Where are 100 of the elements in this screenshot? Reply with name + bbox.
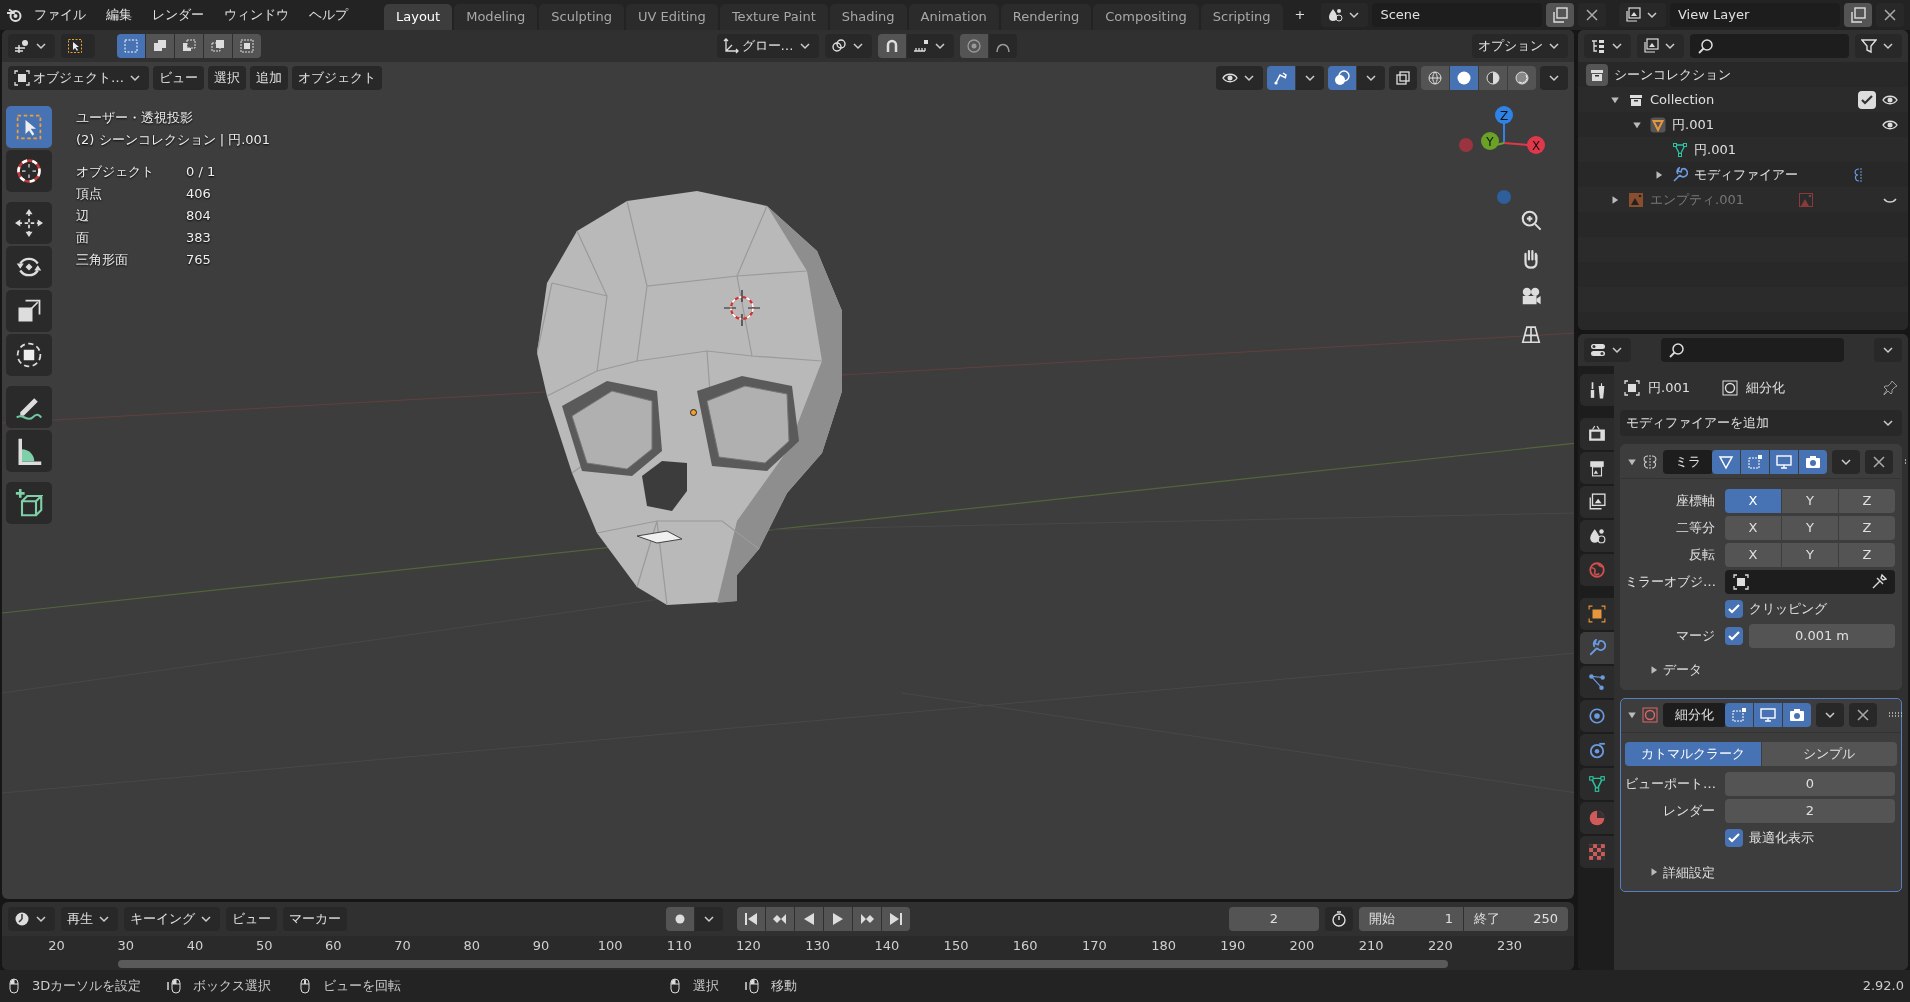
frame-number: 120 bbox=[735, 937, 762, 954]
axis-toggle[interactable]: X bbox=[1725, 542, 1781, 567]
view-layer-field[interactable]: View Layer bbox=[1670, 3, 1840, 27]
menu-item[interactable]: 再生 bbox=[61, 907, 118, 931]
workspace-tab[interactable]: Sculpting bbox=[539, 4, 625, 30]
axis-toggle[interactable]: Z bbox=[1839, 542, 1895, 567]
orientation-dropdown[interactable]: グロー… bbox=[716, 34, 819, 58]
number-field[interactable]: 2 bbox=[1725, 799, 1895, 823]
axis-handle[interactable]: X bbox=[1527, 136, 1545, 154]
add-modifier-dropdown[interactable]: モディファイアーを追加 bbox=[1620, 410, 1902, 436]
modifier-name-field[interactable]: ミラ bbox=[1663, 449, 1713, 474]
menu-item[interactable]: ビュー bbox=[153, 65, 204, 90]
add-workspace-button[interactable]: + bbox=[1286, 3, 1314, 27]
workspace-tab[interactable]: Animation bbox=[908, 4, 999, 30]
view-name: ユーザー・透視投影 bbox=[76, 109, 194, 127]
status-hint: ボックス選択 bbox=[193, 977, 272, 996]
tree-item[interactable]: モディファイアー bbox=[1694, 164, 1798, 185]
field-label: ミラーオブジ… bbox=[1625, 572, 1717, 591]
menu-item[interactable]: ファイル bbox=[26, 3, 94, 27]
axis-toggle[interactable]: X bbox=[1725, 488, 1781, 513]
field-label: 反転 bbox=[1688, 545, 1716, 564]
menu-item[interactable]: オブジェクト bbox=[292, 65, 382, 90]
number-field[interactable]: 0.001 m bbox=[1749, 623, 1895, 648]
menu-item[interactable]: ウィンドウ bbox=[216, 3, 297, 27]
frame-number: 170 bbox=[1081, 937, 1108, 954]
menu-item[interactable]: 選択 bbox=[208, 65, 246, 90]
menu-item[interactable]: ビュー bbox=[226, 907, 277, 931]
end-frame-field[interactable]: 終了 250 bbox=[1464, 907, 1568, 931]
workspace-tab[interactable]: Texture Paint bbox=[719, 4, 828, 30]
frame-number: 80 bbox=[462, 937, 481, 954]
field-label: ビューポート… bbox=[1625, 775, 1717, 794]
axis-toggle[interactable]: Z bbox=[1839, 488, 1895, 513]
stat-value: 0 / 1 bbox=[186, 163, 217, 181]
frame-number: 30 bbox=[116, 937, 136, 954]
status-hint: 3Dカーソルを設定 bbox=[32, 977, 142, 996]
frame-number: 190 bbox=[1219, 937, 1247, 954]
status-hint: 移動 bbox=[771, 977, 798, 996]
workspace-tab[interactable]: Modeling bbox=[454, 4, 538, 30]
checkbox-label[interactable]: 最適化表示 bbox=[1749, 828, 1814, 848]
workspace-tab[interactable]: UV Editing bbox=[626, 4, 718, 30]
version-label: 2.92.0 bbox=[1862, 977, 1904, 996]
frame-number: 220 bbox=[1426, 937, 1454, 954]
workspace-tab[interactable]: Rendering bbox=[1000, 4, 1092, 30]
axis-toggle[interactable]: Y bbox=[1782, 542, 1838, 567]
frame-number: 140 bbox=[873, 937, 901, 954]
scene-name-field[interactable]: Scene bbox=[1372, 3, 1543, 27]
stat-label: 面 bbox=[76, 229, 90, 247]
workspace-tab[interactable]: Scripting bbox=[1200, 4, 1283, 30]
menu-item[interactable]: ヘルプ bbox=[301, 3, 356, 27]
menu-item[interactable]: マーカー bbox=[283, 907, 347, 931]
menu-item[interactable]: 追加 bbox=[250, 65, 288, 90]
checkbox-label[interactable]: クリッピング bbox=[1749, 598, 1827, 619]
menu-item[interactable]: キーイング bbox=[124, 907, 220, 931]
stat-label: 辺 bbox=[76, 207, 90, 225]
frame-number: 50 bbox=[254, 937, 274, 954]
number-field[interactable]: 0 bbox=[1725, 772, 1895, 796]
segment-button[interactable]: カトマルクラーク bbox=[1625, 741, 1761, 766]
tree-item[interactable]: 円.001 bbox=[1672, 114, 1714, 135]
frame-number: 210 bbox=[1357, 937, 1385, 954]
frame-number: 200 bbox=[1288, 937, 1316, 954]
options-dropdown[interactable]: オプション bbox=[1472, 34, 1568, 58]
start-frame-field[interactable]: 開始 1 bbox=[1359, 907, 1463, 931]
menu-item[interactable]: レンダー bbox=[144, 3, 212, 27]
axis-handle[interactable]: Z bbox=[1495, 106, 1513, 124]
subpanel-header[interactable]: データ bbox=[1641, 658, 1710, 682]
breadcrumb-item: 円.001 bbox=[1648, 379, 1690, 398]
workspace-tab[interactable]: Layout bbox=[384, 4, 453, 30]
tree-item[interactable]: シーンコレクション bbox=[1614, 64, 1731, 85]
frame-number: 100 bbox=[596, 937, 624, 954]
stat-value: 804 bbox=[186, 207, 212, 225]
context-label: (2) シーンコレクション | 円.001 bbox=[76, 131, 271, 149]
field-label: 二等分 bbox=[1675, 518, 1716, 537]
axis-toggle[interactable]: Y bbox=[1782, 488, 1838, 513]
axis-toggle[interactable]: Z bbox=[1839, 515, 1895, 540]
breadcrumb-item: 細分化 bbox=[1745, 379, 1785, 398]
axis-toggle[interactable]: Y bbox=[1782, 515, 1838, 540]
axis-toggle[interactable]: X bbox=[1725, 515, 1781, 540]
modifier-name-field[interactable]: 細分化 bbox=[1663, 703, 1726, 727]
frame-number: 40 bbox=[185, 937, 205, 954]
subpanel-header[interactable]: 詳細設定 bbox=[1641, 860, 1723, 884]
menu-item[interactable]: 編集 bbox=[98, 3, 140, 27]
frame-number: 90 bbox=[531, 937, 551, 954]
segment-button[interactable]: シンプル bbox=[1761, 741, 1897, 766]
mode-dropdown[interactable]: オブジェクト… bbox=[8, 65, 149, 90]
frame-number: 180 bbox=[1150, 937, 1177, 954]
workspace-tab[interactable]: Shading bbox=[829, 4, 907, 30]
field-label: 座標軸 bbox=[1675, 491, 1716, 510]
frame-number: 60 bbox=[324, 937, 343, 954]
current-frame-field[interactable]: 2 bbox=[1229, 907, 1319, 931]
tree-item[interactable]: 円.001 bbox=[1694, 139, 1736, 160]
stat-value: 406 bbox=[186, 185, 212, 203]
frame-number: 130 bbox=[804, 937, 832, 954]
frame-number: 110 bbox=[665, 937, 693, 954]
frame-number: 70 bbox=[393, 937, 412, 954]
frame-number: 150 bbox=[942, 937, 970, 954]
axis-handle[interactable]: Y bbox=[1481, 132, 1499, 150]
tree-item[interactable]: Collection bbox=[1650, 89, 1715, 110]
stat-label: 頂点 bbox=[76, 185, 103, 203]
frame-number: 20 bbox=[47, 937, 66, 954]
workspace-tab[interactable]: Compositing bbox=[1093, 4, 1199, 30]
